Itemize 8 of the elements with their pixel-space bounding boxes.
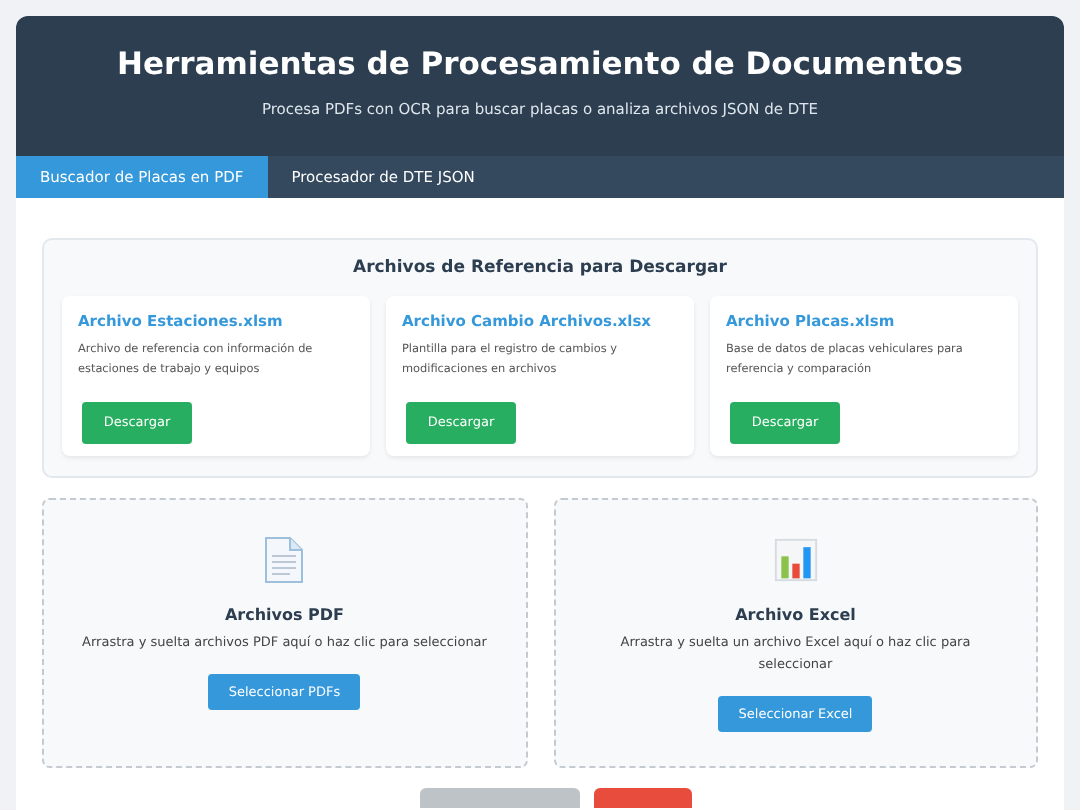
- zone-title: Archivo Excel: [735, 606, 856, 624]
- bar-chart-icon: [773, 536, 818, 584]
- page-title: Herramientas de Procesamiento de Documentos: [115, 46, 965, 82]
- action-button[interactable]: [420, 788, 580, 808]
- zone-title: Archivos PDF: [224, 606, 345, 624]
- action-button[interactable]: [594, 788, 692, 808]
- panel-title: Archivos de Referencia para Descargar: [351, 258, 729, 278]
- document-icon: [262, 536, 307, 584]
